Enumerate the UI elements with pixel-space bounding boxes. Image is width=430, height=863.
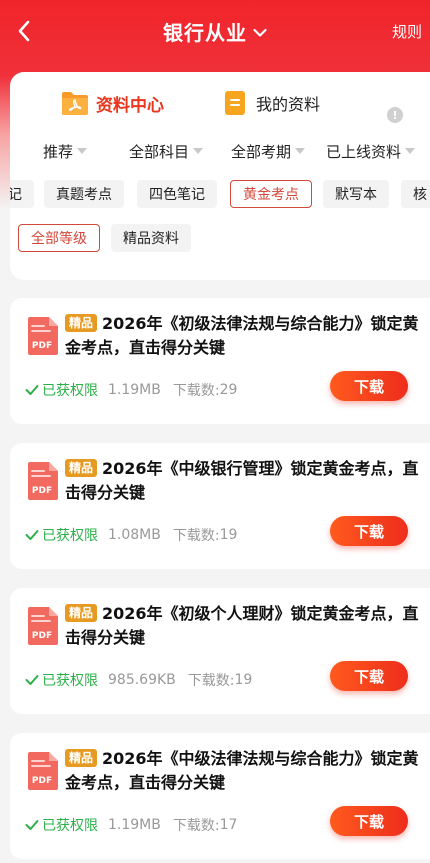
item-title-text: 2026年《初级个人理财》锁定黄金考点，直击得分关键 bbox=[65, 604, 419, 647]
pdf-icon: PDF bbox=[28, 607, 58, 645]
premium-badge: 精品 bbox=[65, 604, 98, 622]
filter-recommend[interactable]: 推荐 bbox=[43, 138, 88, 164]
file-size: 1.08MB bbox=[108, 527, 161, 543]
item-meta: 已获权限 1.19MB 下载数: 29 bbox=[25, 380, 237, 400]
filter-online-resources[interactable]: 已上线资料 bbox=[326, 138, 416, 164]
permission-status: 已获权限 bbox=[42, 673, 98, 689]
svg-text:PDF: PDF bbox=[32, 631, 52, 641]
item-title-text: 2026年《中级银行管理》锁定黄金考点，直击得分关键 bbox=[65, 459, 419, 502]
check-icon bbox=[25, 385, 39, 395]
caret-down-icon bbox=[77, 148, 88, 154]
item-meta: 已获权限 1.19MB 下载数: 17 bbox=[25, 815, 237, 835]
list-item[interactable]: PDF 精品 2026年《中级法律法规与综合能力》锁定黄金考点，直击得分关键 已获… bbox=[10, 733, 430, 859]
download-count: 29 bbox=[219, 382, 238, 398]
chevron-down-icon bbox=[253, 28, 267, 37]
exam-selector[interactable]: 银行从业 bbox=[0, 17, 430, 46]
app-header: 银行从业 规则 bbox=[0, 0, 430, 62]
chip-four-color-notes[interactable]: 四色笔记 bbox=[137, 180, 217, 208]
chip-partial-left-label: 记 bbox=[10, 187, 22, 203]
download-count: 19 bbox=[219, 527, 238, 543]
item-title-text: 2026年《中级法律法规与综合能力》锁定黄金考点，直击得分关键 bbox=[65, 749, 419, 792]
level-chips: 全部等级 精品资料 bbox=[10, 224, 430, 254]
file-size: 985.69KB bbox=[108, 672, 176, 688]
download-count-label: 下载数: bbox=[172, 818, 220, 834]
download-count-label: 下载数: bbox=[187, 673, 235, 689]
item-title: 精品 2026年《中级法律法规与综合能力》锁定黄金考点，直击得分关键 bbox=[65, 747, 420, 795]
category-chips: 记 真题考点 四色笔记 黄金考点 默写本 核 bbox=[10, 180, 430, 210]
filter-subject[interactable]: 全部科目 bbox=[129, 138, 204, 164]
chip-premium-resources[interactable]: 精品资料 bbox=[111, 224, 191, 252]
item-meta: 已获权限 1.08MB 下载数: 19 bbox=[25, 525, 237, 545]
chip-partial-right[interactable]: 核 bbox=[401, 180, 430, 208]
tab-bar: 资料中心 我的资料 ! bbox=[10, 86, 430, 123]
pdf-icon: PDF bbox=[28, 462, 58, 500]
download-count-label: 下载数: bbox=[172, 528, 220, 544]
caret-down-icon bbox=[295, 148, 306, 154]
folder-pdf-icon bbox=[62, 92, 88, 115]
filter-subject-label: 全部科目 bbox=[129, 142, 190, 161]
caret-down-icon bbox=[193, 148, 204, 154]
chip-partial-left[interactable]: 记 bbox=[10, 180, 34, 208]
list-item[interactable]: PDF 精品 2026年《初级个人理财》锁定黄金考点，直击得分关键 已获权限 98… bbox=[10, 588, 430, 714]
download-button[interactable]: 下载 bbox=[330, 371, 408, 401]
item-title: 精品 2026年《初级个人理财》锁定黄金考点，直击得分关键 bbox=[65, 602, 420, 650]
filter-recommend-label: 推荐 bbox=[43, 142, 74, 161]
premium-badge: 精品 bbox=[65, 749, 98, 767]
check-icon bbox=[25, 675, 39, 685]
item-title: 精品 2026年《中级银行管理》锁定黄金考点，直击得分关键 bbox=[65, 457, 420, 505]
tab-resource-center[interactable]: 资料中心 bbox=[60, 86, 164, 120]
download-count-label: 下载数: bbox=[172, 383, 220, 399]
document-icon bbox=[225, 91, 245, 115]
check-icon bbox=[25, 530, 39, 540]
list-item[interactable]: PDF 精品 2026年《中级银行管理》锁定黄金考点，直击得分关键 已获权限 1.… bbox=[10, 443, 430, 569]
file-size: 1.19MB bbox=[108, 817, 161, 833]
file-size: 1.19MB bbox=[108, 382, 161, 398]
check-icon bbox=[25, 820, 39, 830]
chip-golden-points[interactable]: 黄金考点 bbox=[230, 180, 312, 208]
permission-status: 已获权限 bbox=[42, 528, 98, 544]
pdf-icon: PDF bbox=[28, 752, 58, 790]
premium-badge: 精品 bbox=[65, 314, 98, 332]
svg-text:PDF: PDF bbox=[32, 776, 52, 786]
pdf-icon: PDF bbox=[28, 317, 58, 355]
filter-exam-period-label: 全部考期 bbox=[231, 142, 292, 161]
rules-link[interactable]: 规则 bbox=[392, 21, 422, 42]
download-count: 17 bbox=[219, 817, 238, 833]
tab-my-resources-label: 我的资料 bbox=[256, 95, 321, 114]
chip-all-levels[interactable]: 全部等级 bbox=[18, 224, 100, 252]
chip-real-exam-points[interactable]: 真题考点 bbox=[44, 180, 124, 208]
download-button[interactable]: 下载 bbox=[330, 806, 408, 836]
svg-text:PDF: PDF bbox=[32, 341, 52, 351]
filter-card: 资料中心 我的资料 ! 推荐 全部科目 全部考期 已上线资料 记 真题考点 四色… bbox=[10, 72, 430, 280]
download-button[interactable]: 下载 bbox=[330, 516, 408, 546]
permission-status: 已获权限 bbox=[42, 383, 98, 399]
item-title: 精品 2026年《初级法律法规与综合能力》锁定黄金考点，直击得分关键 bbox=[65, 312, 420, 360]
filter-exam-period[interactable]: 全部考期 bbox=[231, 138, 306, 164]
item-meta: 已获权限 985.69KB 下载数: 19 bbox=[25, 670, 252, 690]
chip-dictation-book[interactable]: 默写本 bbox=[323, 180, 389, 208]
list-item[interactable]: PDF 精品 2026年《初级法律法规与综合能力》锁定黄金考点，直击得分关键 已获… bbox=[10, 298, 430, 424]
info-icon[interactable]: ! bbox=[387, 107, 403, 123]
permission-status: 已获权限 bbox=[42, 818, 98, 834]
tab-my-resources[interactable]: 我的资料 bbox=[224, 86, 320, 120]
page-title: 银行从业 bbox=[163, 21, 247, 45]
caret-down-icon bbox=[405, 148, 416, 154]
item-title-text: 2026年《初级法律法规与综合能力》锁定黄金考点，直击得分关键 bbox=[65, 314, 419, 357]
premium-badge: 精品 bbox=[65, 459, 98, 477]
filter-online-resources-label: 已上线资料 bbox=[326, 142, 402, 161]
download-count: 19 bbox=[234, 672, 253, 688]
filter-bar: 推荐 全部科目 全部考期 已上线资料 bbox=[10, 138, 430, 164]
svg-text:PDF: PDF bbox=[32, 486, 52, 496]
download-button[interactable]: 下载 bbox=[330, 661, 408, 691]
tab-resource-center-label: 资料中心 bbox=[96, 95, 164, 116]
